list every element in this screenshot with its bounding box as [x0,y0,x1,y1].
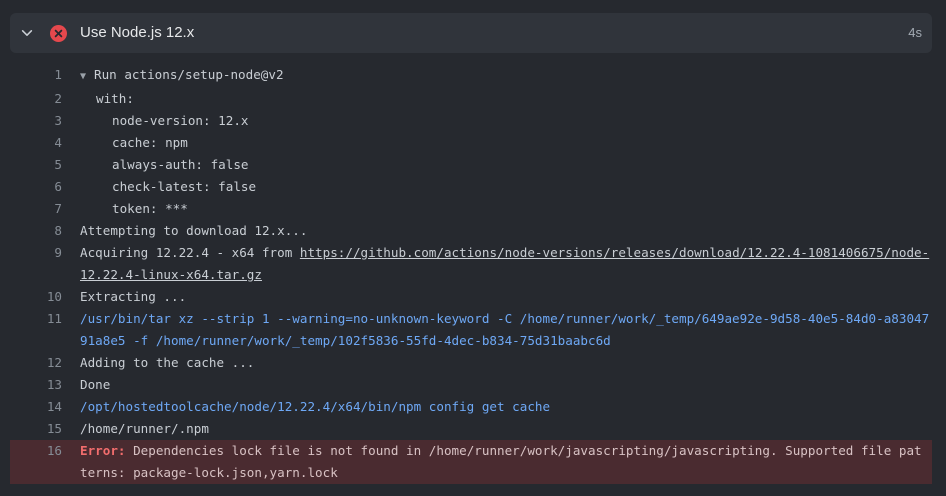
x-circle-icon [50,25,67,42]
log-line: 2 with: [0,88,946,110]
chevron-down-icon[interactable] [20,26,34,40]
log-line-text: with: [96,91,134,106]
log-line-text: /home/runner/.npm [80,421,209,436]
step-title: Use Node.js 12.x [80,24,195,41]
error-message: Dependencies lock file is not found in /… [80,443,922,480]
expand-group-icon[interactable]: ▼ [80,66,90,88]
log-output: 1 ▼ Run actions/setup-node@v2 2 with: 3 n… [0,64,946,484]
log-line: 7 token: *** [0,198,946,220]
error-label: Error: [80,443,126,458]
line-number[interactable]: 9 [0,242,62,286]
line-number[interactable]: 1 [0,64,62,88]
log-line: 13 Done [0,374,946,396]
log-line-text: Acquiring 12.22.4 - x64 from https://git… [80,245,930,282]
line-number[interactable]: 4 [0,132,62,154]
line-number[interactable]: 15 [0,418,62,440]
log-line: 1 ▼ Run actions/setup-node@v2 [0,64,946,88]
job-step-panel: Use Node.js 12.x 4s 1 ▼ Run actions/setup… [0,0,946,496]
line-number[interactable]: 6 [0,176,62,198]
log-line-text: check-latest: false [112,179,257,194]
log-line-text: always-auth: false [112,157,249,172]
log-line: 12 Adding to the cache ... [0,352,946,374]
step-header[interactable]: Use Node.js 12.x 4s [10,13,932,53]
log-line: 4 cache: npm [0,132,946,154]
log-line-text: Done [80,377,111,392]
line-number[interactable]: 12 [0,352,62,374]
line-number[interactable]: 7 [0,198,62,220]
log-line: 10 Extracting ... [0,286,946,308]
line-number[interactable]: 13 [0,374,62,396]
log-error-text: Error: Dependencies lock file is not fou… [62,440,932,484]
line-number[interactable]: 2 [0,88,62,110]
line-number[interactable]: 5 [0,154,62,176]
line-number[interactable]: 16 [10,440,62,484]
log-line-text: node-version: 12.x [112,113,249,128]
step-duration: 4s [908,25,922,40]
log-line: 5 always-auth: false [0,154,946,176]
log-line: 8 Attempting to download 12.x... [0,220,946,242]
log-command-text: /opt/hostedtoolcache/node/12.22.4/x64/bi… [80,399,551,414]
log-line: 6 check-latest: false [0,176,946,198]
log-line: 3 node-version: 12.x [0,110,946,132]
log-line: 14 /opt/hostedtoolcache/node/12.22.4/x64… [0,396,946,418]
log-command-text: /usr/bin/tar xz --strip 1 --warning=no-u… [80,311,930,348]
log-line-text: Adding to the cache ... [80,355,255,370]
log-line-text: Extracting ... [80,289,187,304]
line-number[interactable]: 8 [0,220,62,242]
log-line: 9 Acquiring 12.22.4 - x64 from https://g… [0,242,946,286]
log-error-line: 16 Error: Dependencies lock file is not … [10,440,932,484]
log-line-text: token: *** [112,201,188,216]
log-line-text[interactable]: ▼ Run actions/setup-node@v2 [62,64,946,88]
log-line: 11 /usr/bin/tar xz --strip 1 --warning=n… [0,308,946,352]
line-number[interactable]: 10 [0,286,62,308]
line-number[interactable]: 14 [0,396,62,418]
line-number[interactable]: 11 [0,308,62,352]
log-line-text: cache: npm [112,135,188,150]
log-line-text: Attempting to download 12.x... [80,223,308,238]
log-line: 15 /home/runner/.npm [0,418,946,440]
line-number[interactable]: 3 [0,110,62,132]
